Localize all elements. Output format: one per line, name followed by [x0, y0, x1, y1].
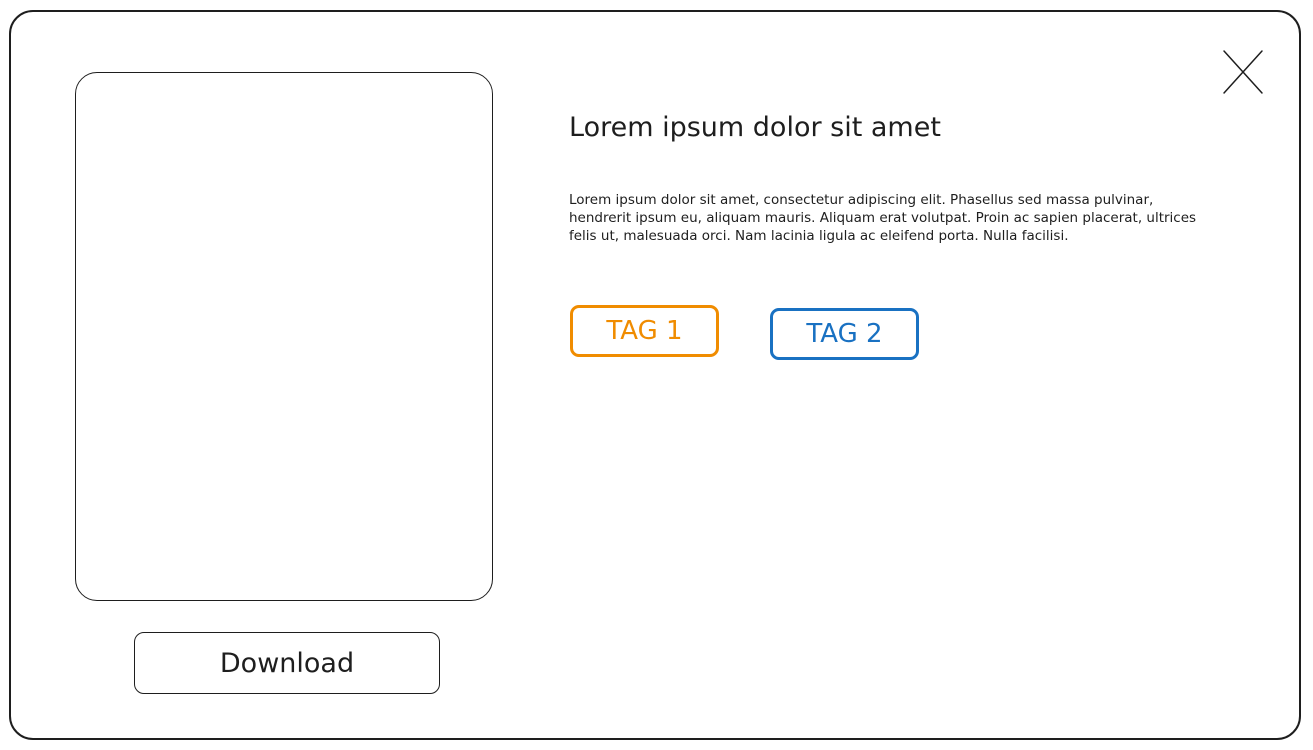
tag-1-button[interactable]: TAG 1	[570, 305, 719, 357]
close-icon	[1223, 50, 1263, 94]
modal-title: Lorem ipsum dolor sit amet	[569, 112, 941, 143]
close-button[interactable]	[1221, 48, 1265, 96]
image-placeholder	[75, 72, 493, 601]
tag-2-button[interactable]: TAG 2	[770, 308, 919, 360]
download-button[interactable]: Download	[134, 632, 440, 694]
modal-description: Lorem ipsum dolor sit amet, consectetur …	[569, 192, 1197, 244]
